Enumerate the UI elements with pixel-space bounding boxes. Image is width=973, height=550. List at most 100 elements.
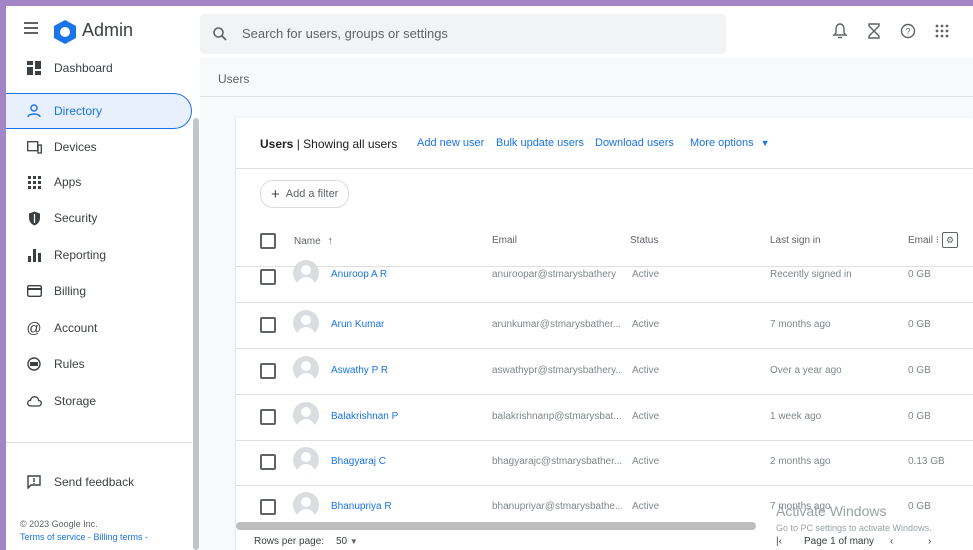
status-text: Active <box>632 319 660 330</box>
rows-per-page-select[interactable]: 50 ▼ <box>336 536 358 547</box>
storage-used: 0 GB <box>908 269 931 280</box>
pagination-bar: Rows per page: 50 ▼ |‹ Page 1 of many ‹ … <box>236 530 973 550</box>
sidebar-item-directory[interactable]: Directory <box>6 93 192 129</box>
user-name-link[interactable]: Bhagyaraj C <box>331 456 386 467</box>
apps-grid-icon[interactable] <box>931 20 953 42</box>
last-sign-in: Recently signed in <box>770 269 852 280</box>
sidebar-item-billing[interactable]: Billing <box>6 273 192 309</box>
at-sign-icon: @ <box>26 319 42 337</box>
svg-text:?: ? <box>905 27 910 37</box>
last-sign-in: 2 months ago <box>770 456 831 467</box>
row-checkbox[interactable] <box>260 454 276 470</box>
row-checkbox[interactable] <box>260 499 276 515</box>
user-email: bhanupriyar@stmarysbathe... <box>492 501 622 512</box>
caret-down-icon: ▼ <box>760 138 770 148</box>
sidebar-item-apps[interactable]: Apps <box>6 164 192 200</box>
sidebar-item-rules[interactable]: Rules <box>6 346 192 382</box>
more-options-button[interactable]: More options ▼ <box>690 137 770 149</box>
user-email: balakrishnanp@stmarysbat... <box>492 411 622 422</box>
caret-down-icon: ▼ <box>349 537 358 546</box>
previous-icon[interactable]: ‹ <box>890 536 893 547</box>
prev-page-icon[interactable]: |‹ <box>776 536 782 547</box>
apps-icon <box>26 174 42 190</box>
next-icon[interactable]: › <box>928 536 931 547</box>
table-row[interactable]: Balakrishnan P balakrishnanp@stmarysbat.… <box>236 395 973 441</box>
avatar <box>293 310 319 336</box>
status-text: Active <box>632 365 660 376</box>
column-header-last-sign-in[interactable]: Last sign in <box>770 235 821 246</box>
activate-windows-watermark: Activate Windows Go to PC settings to ac… <box>776 503 932 533</box>
user-email: bhagyarajc@stmarysbather... <box>492 456 622 467</box>
storage-used: 0 GB <box>908 365 931 376</box>
bell-icon[interactable] <box>829 20 851 42</box>
column-header-name[interactable]: Name ↑ <box>294 235 333 247</box>
user-name-link[interactable]: Aswathy P R <box>331 365 388 376</box>
table-row[interactable]: Bhagyaraj C bhagyarajc@stmarysbather... … <box>236 440 973 486</box>
sidebar-item-security[interactable]: Security <box>6 200 192 236</box>
sort-ascending-icon: ↑ <box>327 235 333 247</box>
sidebar-item-account[interactable]: @ Account <box>6 310 192 346</box>
sidebar-item-label: Billing <box>54 284 87 298</box>
help-icon[interactable]: ? <box>897 20 919 42</box>
sidebar-item-label: Apps <box>54 175 82 189</box>
row-checkbox[interactable] <box>260 269 276 285</box>
user-name-link[interactable]: Arun Kumar <box>331 319 384 330</box>
sidebar-scrollbar[interactable] <box>193 118 199 550</box>
sidebar-item-label: Rules <box>54 357 85 371</box>
bulk-update-users-button[interactable]: Bulk update users <box>496 137 584 149</box>
table-row[interactable]: Aswathy P R aswathypr@stmarysbathery... … <box>236 349 973 395</box>
admin-logo-icon <box>54 20 76 44</box>
table-header: Name ↑ Email Status Last sign in Email ⁝… <box>236 218 973 267</box>
storage-used: 0 GB <box>908 319 931 330</box>
breadcrumb[interactable]: Users <box>218 72 249 86</box>
sidebar-item-devices[interactable]: Devices <box>6 129 192 165</box>
user-name-link[interactable]: Anuroop A R <box>331 269 387 280</box>
sidebar: Dashboard Directory Devices Apps Securit… <box>6 58 198 550</box>
send-feedback-button[interactable]: Send feedback <box>6 464 192 500</box>
last-sign-in: 7 months ago <box>770 319 831 330</box>
hourglass-icon[interactable] <box>863 20 885 42</box>
users-toolbar: Users | Showing all users Add new user B… <box>236 118 973 169</box>
horizontal-scrollbar[interactable] <box>236 522 756 530</box>
menu-icon[interactable] <box>24 22 38 34</box>
search-input[interactable]: Search for users, groups or settings <box>242 26 448 41</box>
column-header-status[interactable]: Status <box>630 235 658 246</box>
avatar <box>293 260 319 286</box>
sidebar-item-label: Account <box>54 321 98 335</box>
avatar <box>293 356 319 382</box>
credit-card-icon <box>26 283 42 299</box>
column-settings-icon[interactable]: ⚙ <box>942 232 958 248</box>
download-users-button[interactable]: Download users <box>595 137 674 149</box>
row-checkbox[interactable] <box>260 317 276 333</box>
send-feedback-label: Send feedback <box>54 475 135 489</box>
table-row[interactable]: Anuroop A R anuroopar@stmarysbathery Act… <box>236 260 973 303</box>
column-header-storage[interactable]: Email ⁝ <box>908 235 939 246</box>
user-name-link[interactable]: Balakrishnan P <box>331 411 398 422</box>
select-all-checkbox[interactable] <box>260 233 276 249</box>
row-checkbox[interactable] <box>260 363 276 379</box>
add-new-user-button[interactable]: Add new user <box>417 137 484 149</box>
person-icon <box>26 103 42 119</box>
avatar <box>293 492 319 518</box>
add-filter-button[interactable]: + Add a filter <box>260 180 350 208</box>
last-sign-in: 1 week ago <box>770 411 822 422</box>
sidebar-item-label: Security <box>54 211 98 225</box>
main-content: Users Users | Showing all users Add new … <box>200 58 973 550</box>
column-header-email[interactable]: Email <box>492 235 517 246</box>
sidebar-item-label: Reporting <box>54 248 107 262</box>
footer-links[interactable]: Terms of service - Billing terms - <box>20 532 148 542</box>
sidebar-item-reporting[interactable]: Reporting <box>6 237 192 273</box>
storage-used: 0 GB <box>908 411 931 422</box>
table-row[interactable]: Arun Kumar arunkumar@stmarysbather... Ac… <box>236 303 973 349</box>
search-bar[interactable]: Search for users, groups or settings <box>200 14 726 54</box>
app-title: Admin <box>82 20 134 40</box>
row-checkbox[interactable] <box>260 409 276 425</box>
sidebar-divider <box>6 442 192 443</box>
rules-icon <box>26 356 42 372</box>
user-name-link[interactable]: Bhanupriya R <box>331 501 392 512</box>
sidebar-item-dashboard[interactable]: Dashboard <box>6 50 192 86</box>
status-text: Active <box>632 501 660 512</box>
sidebar-item-label: Dashboard <box>54 61 113 75</box>
page-indicator: Page 1 of many <box>804 536 875 547</box>
sidebar-item-storage[interactable]: Storage <box>6 383 192 419</box>
